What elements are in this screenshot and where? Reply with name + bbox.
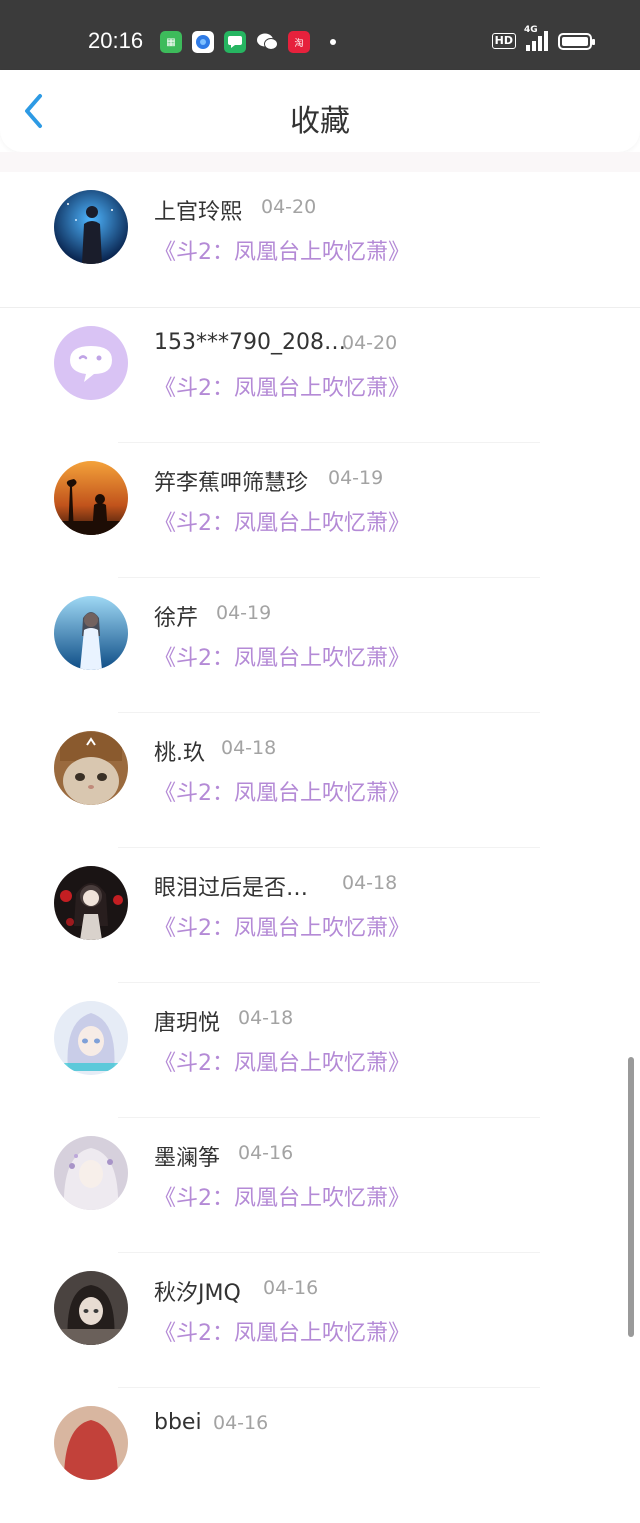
network-type: 4G (524, 25, 538, 35)
notification-icons: ▦ 淘 (160, 31, 336, 53)
user-name: 唐玥悦 (154, 1011, 221, 1036)
taobao-icon: 淘 (288, 31, 310, 53)
favorite-date: 04-16 (263, 1277, 319, 1299)
avatar[interactable] (54, 461, 128, 535)
avatar[interactable] (54, 190, 128, 264)
user-name: 墨澜筝 (154, 1146, 221, 1171)
avatar[interactable] (54, 1271, 128, 1345)
user-name: 眼泪过后是否… (154, 876, 309, 901)
chat-bubble-icon (54, 326, 128, 400)
user-name: 153***790_208… (154, 330, 346, 355)
status-bar: 20:16 ▦ 淘 HD 4G (0, 0, 640, 70)
list-item[interactable]: 墨澜筝 04-16 《斗2：凤凰台上吹忆萧》 (0, 1118, 640, 1253)
avatar[interactable] (54, 1136, 128, 1210)
favorite-date: 04-19 (328, 467, 384, 489)
book-title-link[interactable]: 《斗2：凤凰台上吹忆萧》 (154, 234, 410, 266)
book-title-link[interactable]: 《斗2：凤凰台上吹忆萧》 (154, 640, 410, 672)
user-name: 徐芹 (154, 606, 199, 631)
favorite-date: 04-19 (216, 602, 272, 624)
list-item[interactable]: 眼泪过后是否… 04-18 《斗2：凤凰台上吹忆萧》 (0, 848, 640, 983)
favorite-date: 04-16 (213, 1412, 269, 1434)
message-icon (224, 31, 246, 53)
user-name: 上官玲熙 (154, 200, 243, 225)
favorite-date: 04-18 (342, 872, 398, 894)
list-item[interactable]: 笄李蕉呷筛慧珍 04-19 《斗2：凤凰台上吹忆萧》 (0, 443, 640, 578)
signal-icon: 4G (524, 25, 548, 51)
avatar[interactable] (54, 596, 128, 670)
list-item[interactable]: bbei 04-16 (0, 1388, 640, 1523)
book-title-link[interactable]: 《斗2：凤凰台上吹忆萧》 (154, 505, 410, 537)
user-name: 笄李蕉呷筛慧珍 (154, 471, 309, 496)
wechat-icon (256, 31, 278, 53)
browser-icon (192, 31, 214, 53)
book-title-link[interactable]: 《斗2：凤凰台上吹忆萧》 (154, 1315, 410, 1347)
avatar[interactable] (54, 1001, 128, 1075)
list-item[interactable]: 桃.玖 04-18 《斗2：凤凰台上吹忆萧》 (0, 713, 640, 848)
list-item[interactable]: 徐芹 04-19 《斗2：凤凰台上吹忆萧》 (0, 578, 640, 713)
default-avatar[interactable] (54, 326, 128, 400)
page-title: 收藏 (290, 104, 350, 139)
status-time: 20:16 (88, 28, 144, 53)
battery-icon (558, 32, 595, 50)
favorite-date: 04-20 (342, 332, 398, 354)
list-item[interactable]: 唐玥悦 04-18 《斗2：凤凰台上吹忆萧》 (0, 983, 640, 1118)
status-indicators: HD 4G (491, 25, 595, 51)
list-item[interactable]: 秋汐JMQ 04-16 《斗2：凤凰台上吹忆萧》 (0, 1253, 640, 1388)
wechat-mini-icon: ▦ (160, 31, 182, 53)
avatar[interactable] (54, 731, 128, 805)
book-title-link[interactable]: 《斗2：凤凰台上吹忆萧》 (154, 910, 410, 942)
avatar[interactable] (54, 1406, 128, 1480)
favorite-date: 04-16 (238, 1142, 294, 1164)
avatar[interactable] (54, 866, 128, 940)
book-title-link[interactable]: 《斗2：凤凰台上吹忆萧》 (154, 1180, 410, 1212)
book-title-link[interactable]: 《斗2：凤凰台上吹忆萧》 (154, 1045, 410, 1077)
hd-badge: HD (491, 33, 516, 49)
more-notifications-dot (330, 39, 336, 45)
book-title-link[interactable]: 《斗2：凤凰台上吹忆萧》 (154, 775, 410, 807)
favorite-date: 04-18 (238, 1007, 294, 1029)
user-name: 桃.玖 (154, 741, 205, 766)
header-divider (0, 152, 640, 172)
user-name: bbei (154, 1410, 202, 1435)
favorite-date: 04-18 (221, 737, 277, 759)
book-title-link[interactable]: 《斗2：凤凰台上吹忆萧》 (154, 370, 410, 402)
nav-bar: 收藏 (0, 70, 640, 152)
list-item[interactable]: 上官玲熙 04-20 《斗2：凤凰台上吹忆萧》 (0, 172, 640, 308)
list-item[interactable]: 153***790_208… 04-20 《斗2：凤凰台上吹忆萧》 (0, 308, 640, 443)
favorites-list: 上官玲熙 04-20 《斗2：凤凰台上吹忆萧》 153***790_208… 0… (0, 172, 640, 1523)
user-name: 秋汐JMQ (154, 1281, 241, 1306)
scrollbar[interactable] (628, 1057, 634, 1337)
favorite-date: 04-20 (261, 196, 317, 218)
